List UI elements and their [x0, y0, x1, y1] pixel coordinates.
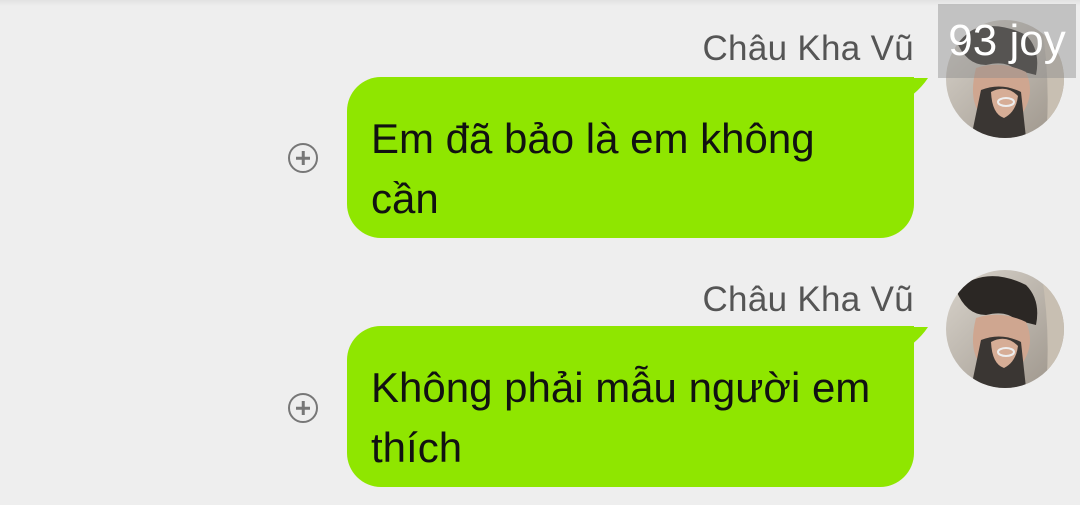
message-bubble[interactable]: Không phải mẫu người em thích — [347, 326, 914, 487]
message-text: Không phải mẫu người em thích — [371, 364, 871, 471]
sender-name: Châu Kha Vũ — [702, 29, 914, 68]
watermark: 93 joy — [938, 4, 1076, 78]
sender-name: Châu Kha Vũ — [702, 280, 914, 319]
add-reaction-icon[interactable] — [288, 143, 318, 173]
message-text: Em đã bảo là em không cần — [371, 115, 815, 222]
avatar[interactable] — [946, 270, 1064, 388]
message-bubble[interactable]: Em đã bảo là em không cần — [347, 77, 914, 238]
top-edge-shadow — [0, 0, 1080, 6]
add-reaction-icon[interactable] — [288, 393, 318, 423]
